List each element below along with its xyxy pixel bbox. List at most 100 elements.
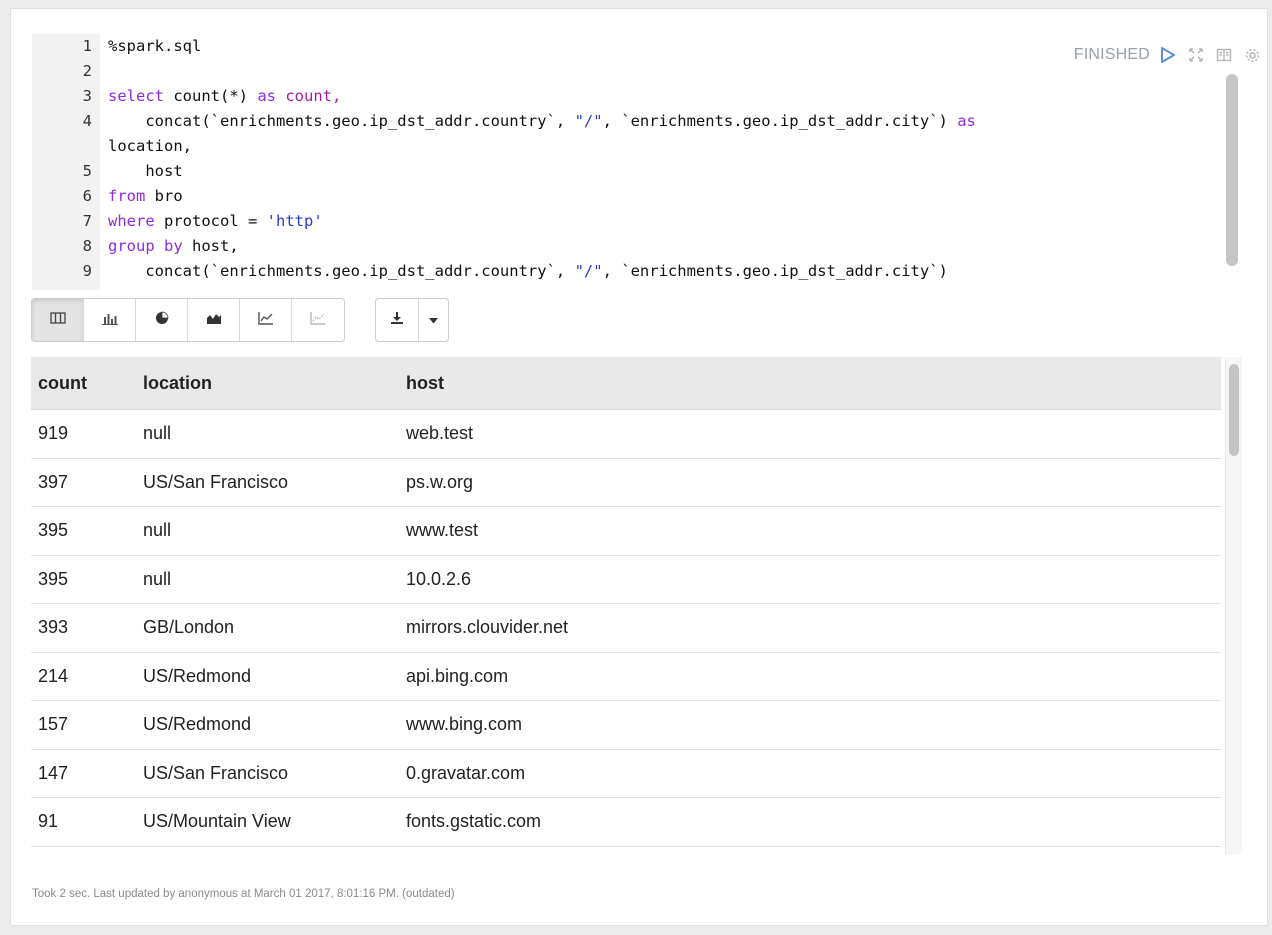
- code-line[interactable]: 8 group by host,: [32, 234, 1222, 259]
- pie-chart-icon: [155, 311, 169, 330]
- table-cell-count: 214: [31, 652, 136, 701]
- column-header-host[interactable]: host: [399, 357, 1221, 410]
- line-number: 2: [82, 62, 92, 80]
- visualization-button-group: [31, 298, 345, 342]
- table-cell-host: fonts.gstatic.com: [399, 797, 1221, 847]
- table-row: 91 US/Mountain View fonts.gstatic.com: [31, 797, 1221, 847]
- code-text: location,: [108, 134, 192, 159]
- table-cell-host: www.test: [399, 506, 1221, 556]
- code-token: as: [957, 112, 976, 130]
- code-token: "/": [574, 262, 603, 280]
- line-chart-icon: [257, 311, 274, 330]
- table-cell-count: 395: [31, 555, 136, 604]
- table-cell-location: US/Mountain View: [136, 797, 399, 847]
- table-cell-count: 397: [31, 458, 136, 507]
- code-lines[interactable]: 1 %spark.sql 2 3 select count(*) as count, 4 …: [32, 34, 1222, 284]
- caret-down-icon: [429, 311, 438, 329]
- line-chart-button[interactable]: [240, 299, 292, 341]
- area-chart-button[interactable]: [188, 299, 240, 341]
- paragraph-footer: Took 2 sec. Last updated by anonymous at…: [32, 888, 455, 900]
- code-token: host,: [192, 237, 239, 255]
- code-line[interactable]: 9 concat(`enrichments.geo.ip_dst_addr.co…: [32, 259, 1222, 284]
- code-token: , `enrichments.geo.ip_dst_addr.city`): [602, 112, 958, 130]
- code-token: host: [108, 162, 183, 180]
- download-icon: [390, 311, 404, 330]
- download-button[interactable]: [376, 299, 418, 341]
- editor-scrollbar[interactable]: [1226, 74, 1238, 266]
- code-token: concat(`enrichments.geo.ip_dst_addr.coun…: [108, 112, 575, 130]
- code-editor[interactable]: 1 %spark.sql 2 3 select count(*) as count, 4 …: [32, 34, 1222, 290]
- code-line[interactable]: 2: [32, 59, 1222, 84]
- gear-icon[interactable]: [1242, 45, 1262, 65]
- code-line[interactable]: 6 from bro: [32, 184, 1222, 209]
- code-line[interactable]: 1 %spark.sql: [32, 34, 1222, 59]
- column-header-count[interactable]: count: [31, 357, 136, 410]
- code-token: bro: [154, 187, 183, 205]
- code-token: protocol =: [164, 212, 267, 230]
- result-table-container: count location host 919 null web.test 397 US…: [31, 357, 1221, 854]
- table-row: 147 US/San Francisco 0.gravatar.com: [31, 749, 1221, 798]
- line-number: 5: [82, 162, 92, 180]
- table-cell-location: null: [136, 555, 399, 604]
- line-number: 7: [82, 212, 92, 230]
- code-token: group: [108, 237, 164, 255]
- line-number: 4: [82, 112, 92, 130]
- code-line[interactable]: 3 select count(*) as count,: [32, 84, 1222, 109]
- table-cell-host: www.bing.com: [399, 700, 1221, 750]
- table-cell-location: US/San Francisco: [136, 749, 399, 798]
- code-token: by: [164, 237, 192, 255]
- code-line[interactable]: location,: [32, 134, 1222, 159]
- table-cell-host: 0.gravatar.com: [399, 749, 1221, 798]
- line-number: 6: [82, 187, 92, 205]
- code-text: select count(*) as count,: [108, 84, 341, 109]
- pie-chart-button[interactable]: [136, 299, 188, 341]
- code-token: from: [108, 187, 155, 205]
- table-cell-location: GB/London: [136, 603, 399, 653]
- code-text: where protocol = 'http': [108, 209, 323, 234]
- code-text: group by host,: [108, 234, 239, 259]
- table-row: 395 null 10.0.2.6: [31, 555, 1221, 604]
- table-cell-count: 157: [31, 700, 136, 750]
- table-cell-count: 91: [31, 797, 136, 847]
- bar-chart-icon: [101, 311, 118, 330]
- table-cell-count: 393: [31, 603, 136, 653]
- table-cell-host: ps.w.org: [399, 458, 1221, 507]
- table-cell-location: null: [136, 506, 399, 556]
- area-chart-icon: [206, 311, 222, 330]
- code-token: as: [257, 87, 286, 105]
- code-token: count,: [285, 87, 342, 105]
- table-row: 395 null www.test: [31, 506, 1221, 556]
- table-header-row: count location host: [31, 357, 1221, 410]
- table-row: 919 null web.test: [31, 409, 1221, 459]
- code-line[interactable]: 5 host: [32, 159, 1222, 184]
- table-cell-count: 919: [31, 409, 136, 459]
- table-cell-host: api.bing.com: [399, 652, 1221, 701]
- scatter-chart-icon: [310, 311, 326, 330]
- download-options-button[interactable]: [418, 299, 448, 341]
- table-icon: [49, 311, 66, 329]
- code-token: select: [108, 87, 174, 105]
- code-token: location,: [108, 137, 192, 155]
- table-cell-host: 10.0.2.6: [399, 555, 1221, 604]
- column-header-location[interactable]: location: [136, 357, 399, 410]
- table-cell-host: web.test: [399, 409, 1221, 459]
- code-line[interactable]: 4 concat(`enrichments.geo.ip_dst_addr.co…: [32, 109, 1222, 134]
- scatter-chart-button[interactable]: [292, 299, 344, 341]
- code-line[interactable]: 7 where protocol = 'http': [32, 209, 1222, 234]
- table-cell-location: null: [136, 409, 399, 459]
- code-token: "/": [574, 112, 603, 130]
- table-view-button[interactable]: [32, 299, 84, 341]
- table-cell-location: US/San Francisco: [136, 458, 399, 507]
- table-cell-location: US/Redmond: [136, 700, 399, 750]
- line-number: 8: [82, 237, 92, 255]
- table-row: 397 US/San Francisco ps.w.org: [31, 458, 1221, 507]
- code-token: %spark.sql: [108, 37, 202, 55]
- code-token: 'http': [266, 212, 323, 230]
- code-text: from bro: [108, 184, 183, 209]
- table-scrollbar-thumb[interactable]: [1229, 364, 1239, 456]
- result-table: count location host 919 null web.test 397 US…: [31, 357, 1221, 847]
- code-token: concat(`enrichments.geo.ip_dst_addr.coun…: [108, 262, 575, 280]
- bar-chart-button[interactable]: [84, 299, 136, 341]
- code-text: concat(`enrichments.geo.ip_dst_addr.coun…: [108, 259, 948, 284]
- table-cell-location: US/Redmond: [136, 652, 399, 701]
